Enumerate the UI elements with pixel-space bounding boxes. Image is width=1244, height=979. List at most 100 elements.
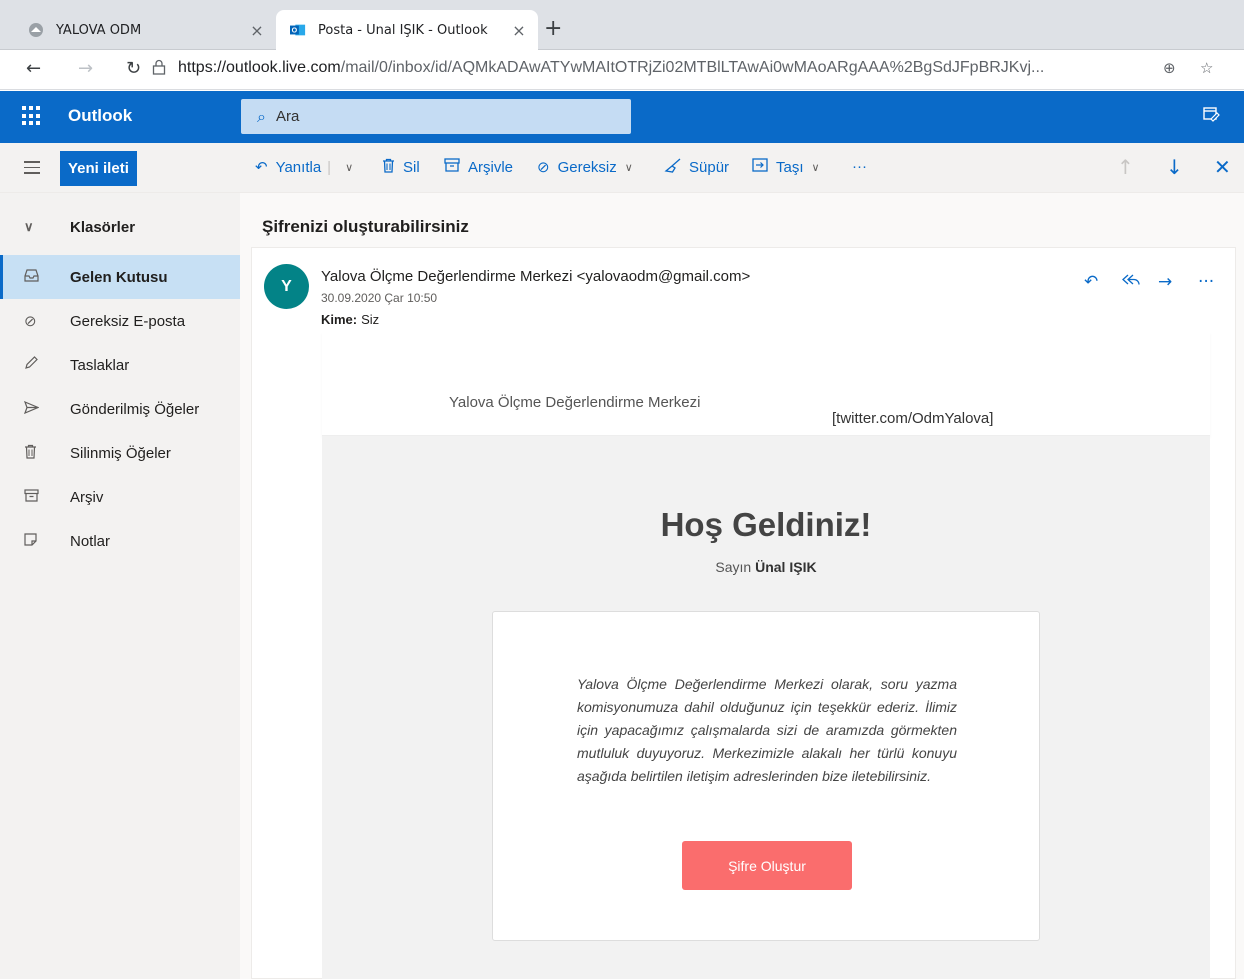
archive-button[interactable]: Arşivle	[444, 158, 513, 176]
site-favicon-icon	[28, 22, 44, 38]
reply-icon: ↶	[255, 159, 268, 176]
message-paragraph: Yalova Ölçme Değerlendirme Merkezi olara…	[577, 676, 957, 784]
url-text[interactable]: https://outlook.live.com/mail/0/inbox/id…	[178, 59, 1044, 77]
folder-item-drafts[interactable]: Taslaklar	[0, 343, 240, 387]
archive-label: Arşivle	[468, 158, 514, 176]
forward-icon[interactable]: →	[1158, 272, 1172, 292]
archive-icon	[0, 488, 70, 506]
browser-address-bar: ← → ↻ https://outlook.live.com/mail/0/in…	[0, 50, 1244, 90]
tab-title: Posta - Ünal IŞIK - Outlook	[318, 22, 488, 38]
search-input[interactable]	[275, 108, 576, 125]
folder-label: Arşiv	[70, 488, 104, 506]
browser-tab-outlook[interactable]: O Posta - Ünal IŞIK - Outlook ×	[276, 10, 538, 50]
broom-icon	[664, 158, 681, 177]
archive-icon	[444, 158, 460, 176]
refresh-icon[interactable]: ↻	[126, 58, 141, 79]
folder-item-sent[interactable]: Gönderilmiş Öğeler	[0, 387, 240, 431]
to-label: Kime:	[321, 312, 358, 327]
folder-item-inbox[interactable]: Gelen Kutusu	[0, 255, 240, 299]
note-icon	[0, 532, 70, 550]
chevron-down-icon[interactable]: ∨	[625, 161, 633, 174]
send-icon	[0, 400, 70, 418]
reply-button[interactable]: ↶ Yanıtla | ∨	[255, 158, 353, 177]
folder-label: Silinmiş Öğeler	[70, 444, 171, 462]
more-actions-icon[interactable]: ···	[1198, 272, 1214, 292]
move-label: Taşı	[776, 158, 804, 176]
delete-button[interactable]: Sil	[382, 158, 420, 177]
trash-icon	[382, 158, 395, 177]
more-commands-button[interactable]: ···	[852, 158, 867, 175]
hamburger-menu-icon[interactable]	[24, 161, 40, 178]
move-folder-icon	[752, 158, 768, 176]
email-content-area: Hoş Geldiniz! Sayın Ünal IŞIK Yalova Ölç…	[322, 436, 1210, 979]
reading-pane: Şifrenizi oluşturabilirsiniz Y Yalova Öl…	[240, 193, 1244, 979]
zoom-plus-icon[interactable]: ⊕	[1163, 59, 1176, 77]
next-message-icon[interactable]: ↓	[1166, 155, 1183, 179]
message-subject: Şifrenizi oluşturabilirsiniz	[262, 217, 469, 236]
folder-item-archive[interactable]: Arşiv	[0, 475, 240, 519]
search-box[interactable]: ⌕	[241, 99, 631, 134]
favorite-star-icon[interactable]: ☆	[1200, 59, 1213, 77]
chevron-down-icon[interactable]: ∨	[345, 161, 353, 174]
greeting-line: Sayın Ünal IŞIK	[322, 559, 1210, 575]
folders-header-label: Klasörler	[70, 218, 136, 236]
search-icon: ⌕	[257, 106, 266, 126]
email-body: Yalova Ölçme Değerlendirme Merkezi [twit…	[322, 332, 1210, 979]
sender-name[interactable]: Yalova Ölçme Değerlendirme Merkezi <yalo…	[321, 268, 750, 285]
folder-label: Gelen Kutusu	[70, 268, 168, 286]
trash-icon	[0, 444, 70, 463]
command-bar: Yeni ileti ↶ Yanıtla | ∨ Sil Arşivle ⊘ G…	[0, 143, 1244, 193]
reply-icon[interactable]: ↶	[1084, 272, 1098, 292]
chevron-down-icon[interactable]: ∨	[812, 161, 820, 174]
folder-item-notes[interactable]: Notlar	[0, 519, 240, 563]
recipients: Kime: Siz	[321, 312, 379, 327]
tab-title: YALOVA ÖDM	[56, 22, 142, 38]
folder-pane: ∨ Klasörler Gelen Kutusu ⊘ Gereksiz E-po…	[0, 193, 240, 979]
junk-label: Gereksiz	[557, 158, 617, 176]
email-banner: Yalova Ölçme Değerlendirme Merkezi [twit…	[322, 332, 1210, 436]
junk-button[interactable]: ⊘ Gereksiz ∨	[537, 158, 633, 177]
folder-item-junk[interactable]: ⊘ Gereksiz E-posta	[0, 299, 240, 343]
my-day-icon[interactable]	[1202, 105, 1220, 128]
banner-title: Yalova Ölçme Değerlendirme Merkezi	[449, 394, 701, 411]
message-card: Y Yalova Ölçme Değerlendirme Merkezi <ya…	[251, 247, 1236, 979]
browser-tab-yalova[interactable]: YALOVA ÖDM ×	[14, 10, 276, 50]
url-host: https://outlook.live.com	[178, 59, 341, 76]
create-password-button[interactable]: Şifre Oluştur	[682, 841, 852, 890]
url-path: /mail/0/inbox/id/AQMkADAwATYwMAItOTRjZi0…	[340, 59, 1045, 76]
block-icon: ⊘	[537, 159, 550, 176]
outlook-header: Outlook ⌕	[0, 91, 1244, 143]
reply-all-icon[interactable]	[1122, 272, 1140, 292]
message-box: Yalova Ölçme Değerlendirme Merkezi olara…	[492, 611, 1040, 941]
close-tab-icon[interactable]: ×	[508, 21, 530, 40]
previous-message-icon[interactable]: ↑	[1117, 155, 1134, 179]
delete-label: Sil	[403, 159, 420, 176]
sweep-button[interactable]: Süpür	[664, 158, 729, 177]
junk-icon: ⊘	[24, 313, 37, 330]
app-launcher-icon[interactable]	[22, 106, 42, 126]
greeting-prefix: Sayın	[715, 559, 752, 575]
new-tab-button[interactable]: +	[544, 18, 562, 40]
close-reading-icon[interactable]: ✕	[1214, 155, 1231, 179]
lock-icon[interactable]	[152, 59, 166, 79]
inbox-icon	[0, 268, 70, 286]
sender-avatar[interactable]: Y	[264, 264, 309, 309]
folder-label: Gönderilmiş Öğeler	[70, 400, 200, 418]
folder-label: Gereksiz E-posta	[70, 312, 186, 330]
folder-label: Notlar	[70, 532, 111, 550]
to-value[interactable]: Siz	[361, 312, 379, 327]
folder-label: Taslaklar	[70, 356, 130, 374]
new-message-button[interactable]: Yeni ileti	[60, 151, 137, 186]
reply-label: Yanıtla	[275, 158, 322, 176]
folder-item-deleted[interactable]: Silinmiş Öğeler	[0, 431, 240, 475]
twitter-link[interactable]: [twitter.com/OdmYalova]	[832, 410, 993, 427]
folders-header[interactable]: ∨ Klasörler	[0, 207, 240, 247]
chevron-down-icon: ∨	[24, 219, 34, 234]
recipient-name: Ünal IŞIK	[755, 559, 817, 575]
forward-arrow-icon[interactable]: →	[78, 58, 93, 79]
outlook-brand[interactable]: Outlook	[68, 106, 132, 126]
welcome-heading: Hoş Geldiniz!	[660, 506, 872, 543]
back-arrow-icon[interactable]: ←	[26, 58, 41, 79]
move-button[interactable]: Taşı ∨	[752, 158, 820, 176]
close-tab-icon[interactable]: ×	[246, 21, 268, 40]
